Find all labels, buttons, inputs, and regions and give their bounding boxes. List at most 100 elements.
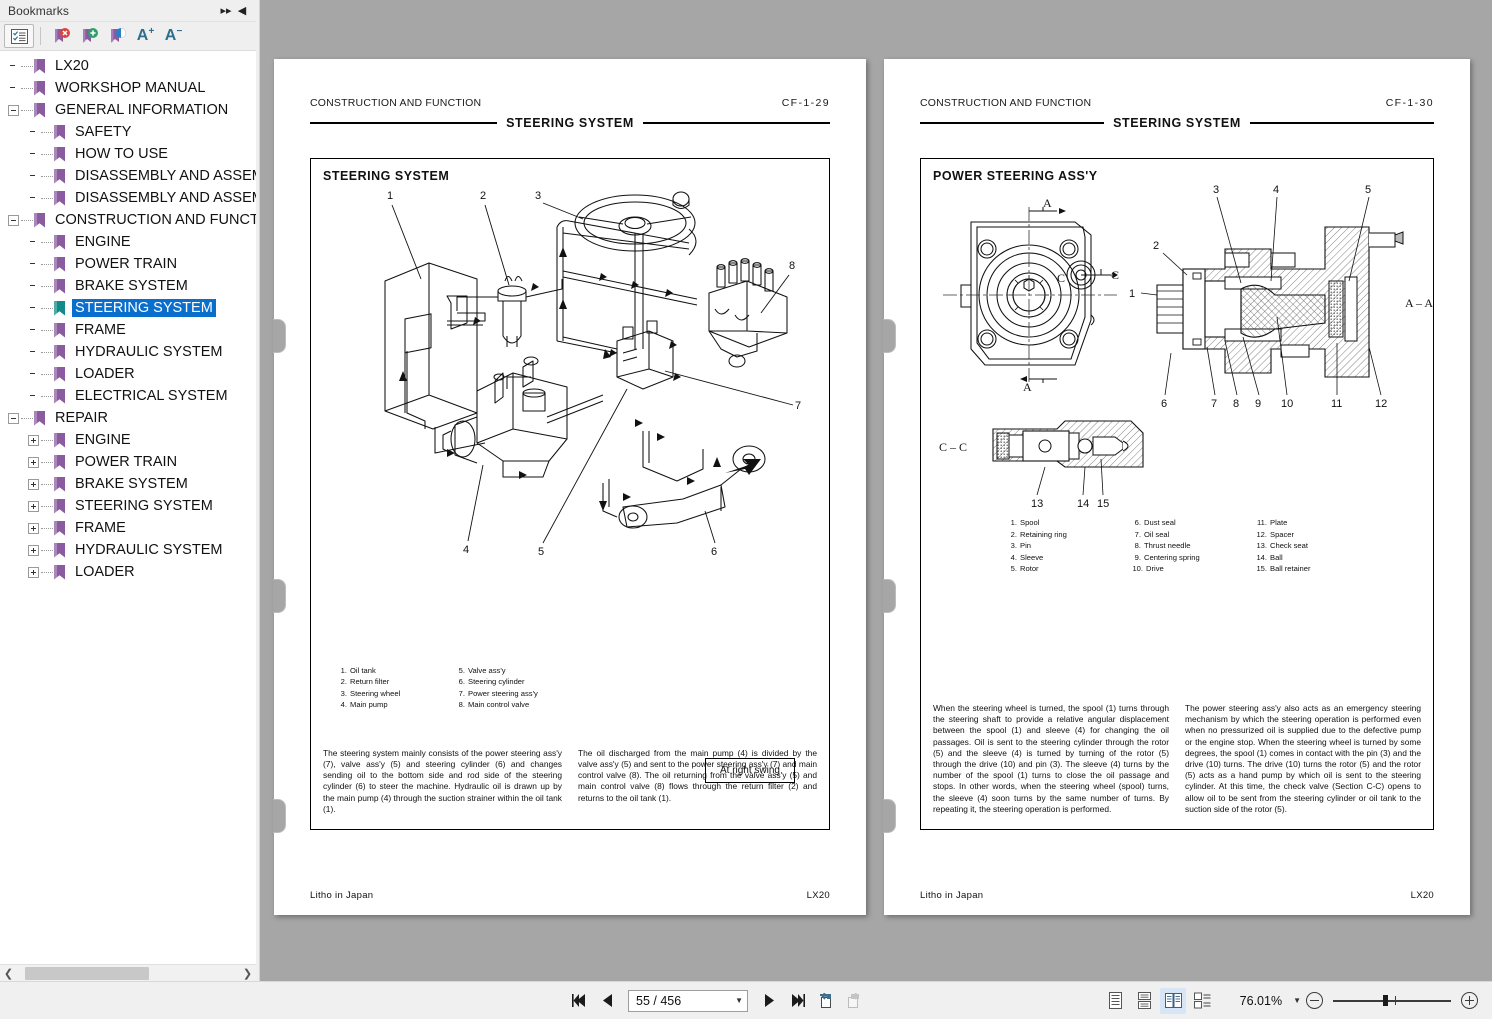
bookmark-item-electrical-system[interactable]: ELECTRICAL SYSTEM <box>0 385 256 407</box>
new-bookmark-icon[interactable] <box>75 24 103 48</box>
tree-connector <box>21 219 33 221</box>
bookmark-item-frame[interactable]: FRAME <box>0 319 256 341</box>
bookmark-item-lx20[interactable]: LX20 <box>0 55 256 77</box>
scroll-left-icon[interactable]: ❮ <box>0 965 17 982</box>
bookmark-item-label: BRAKE SYSTEM <box>75 278 188 294</box>
steering-system-schematic: 1 2 3 4 5 6 7 8 <box>384 190 801 558</box>
bookmark-icon <box>54 432 65 448</box>
expand-node-icon[interactable] <box>28 478 39 490</box>
next-page-icon[interactable] <box>756 988 782 1014</box>
svg-text:3: 3 <box>535 190 541 202</box>
bookmark-icon <box>54 344 65 360</box>
rule-line-left <box>920 122 1105 124</box>
bookmark-item-hydraulic-system[interactable]: HYDRAULIC SYSTEM <box>0 539 256 561</box>
bookmark-item-steering-system[interactable]: STEERING SYSTEM <box>0 495 256 517</box>
last-page-icon[interactable] <box>784 988 810 1014</box>
toolbar-divider <box>40 27 41 45</box>
bookmark-item-steering-system[interactable]: STEERING SYSTEM <box>0 297 256 319</box>
bookmark-options-icon[interactable] <box>4 24 34 48</box>
svg-text:7: 7 <box>795 400 801 412</box>
body-paragraph: The steering system mainly consists of t… <box>323 747 562 814</box>
bookmark-item-engine[interactable]: ENGINE <box>0 231 256 253</box>
zoom-slider-handle[interactable] <box>1383 995 1388 1006</box>
two-page-scroll-icon[interactable] <box>1189 988 1215 1014</box>
hide-panel-icon[interactable]: ◀ <box>234 4 250 17</box>
two-page-view-icon[interactable] <box>1160 987 1187 1014</box>
bookmark-item-loader[interactable]: LOADER <box>0 561 256 583</box>
bookmark-item-power-train[interactable]: POWER TRAIN <box>0 451 256 473</box>
zoom-slider[interactable] <box>1333 992 1451 1009</box>
expand-node-icon[interactable] <box>28 566 39 578</box>
collapse-node-icon[interactable] <box>8 214 19 226</box>
svg-text:A – A: A – A <box>1405 296 1433 310</box>
bookmark-item-workshop-manual[interactable]: WORKSHOP MANUAL <box>0 77 256 99</box>
bookmarks-tree[interactable]: LX20 WORKSHOP MANUAL GENERAL INFORMATION SA… <box>0 51 256 964</box>
bookmark-item-brake-system[interactable]: BRAKE SYSTEM <box>0 275 256 297</box>
bookmark-item-repair[interactable]: REPAIR <box>0 407 256 429</box>
bookmark-item-hydraulic-system[interactable]: HYDRAULIC SYSTEM <box>0 341 256 363</box>
bookmark-item-general-information[interactable]: GENERAL INFORMATION <box>0 99 256 121</box>
collapse-node-icon[interactable] <box>8 104 19 116</box>
svg-text:13: 13 <box>1031 498 1043 507</box>
first-page-icon[interactable] <box>566 988 592 1014</box>
bookmark-properties-icon[interactable] <box>103 24 131 48</box>
scrollbar-track[interactable] <box>17 965 239 982</box>
bookmark-item-label: POWER TRAIN <box>75 454 178 470</box>
tree-connector <box>21 65 33 67</box>
bookmark-item-safety[interactable]: SAFETY <box>0 121 256 143</box>
document-viewer[interactable]: CONSTRUCTION AND FUNCTION CF-1-29 STEERI… <box>260 0 1492 981</box>
collapse-node-icon[interactable] <box>8 412 19 424</box>
bookmark-item-engine[interactable]: ENGINE <box>0 429 256 451</box>
tree-spacer <box>28 391 39 402</box>
page-header: CONSTRUCTION AND FUNCTION CF-1-29 <box>310 97 830 109</box>
single-page-view-icon[interactable] <box>1102 988 1128 1014</box>
expand-node-icon[interactable] <box>28 544 39 556</box>
collapse-panel-icon[interactable]: ▸▸ <box>218 4 234 17</box>
bookmark-item-power-train[interactable]: POWER TRAIN <box>0 253 256 275</box>
zoom-in-icon[interactable] <box>1461 992 1478 1009</box>
next-view-icon[interactable] <box>840 988 866 1014</box>
legend-item-number: 12. <box>1256 529 1267 539</box>
bookmark-item-construction-and-functi[interactable]: CONSTRUCTION AND FUNCTI <box>0 209 256 231</box>
expand-text-icon[interactable]: A + <box>131 24 159 48</box>
tree-spacer <box>28 281 39 292</box>
footer-litho: Litho in Japan <box>310 890 374 901</box>
scroll-right-icon[interactable]: ❯ <box>239 965 256 982</box>
legend-item-number: 8. <box>458 700 465 710</box>
bookmark-item-brake-system[interactable]: BRAKE SYSTEM <box>0 473 256 495</box>
page-number-input[interactable]: 55 / 456 ▼ <box>628 989 748 1012</box>
tree-connector <box>41 131 53 133</box>
bookmark-item-loader[interactable]: LOADER <box>0 363 256 385</box>
continuous-scroll-icon[interactable] <box>1131 988 1157 1014</box>
scrollbar-thumb[interactable] <box>25 966 149 980</box>
expand-node-icon[interactable] <box>28 522 39 534</box>
body-column-1: The steering system mainly consists of t… <box>323 748 562 815</box>
expand-node-icon[interactable] <box>28 500 39 512</box>
bookmark-item-frame[interactable]: FRAME <box>0 517 256 539</box>
bookmark-item-disassembly-and-assemb[interactable]: DISASSEMBLY AND ASSEMB <box>0 187 256 209</box>
legend-item-label: Steering cylinder <box>468 677 525 687</box>
expand-node-icon[interactable] <box>28 456 39 468</box>
legend-column: 5. Valve ass'y 6. Steering cylinder 7. Power … <box>453 665 538 711</box>
zoom-out-icon[interactable] <box>1306 992 1323 1009</box>
previous-page-icon[interactable] <box>594 988 620 1014</box>
bookmark-item-disassembly-and-assemb[interactable]: DISASSEMBLY AND ASSEMB <box>0 165 256 187</box>
page-number-code: CF-1-30 <box>1385 97 1434 109</box>
footer-model: LX20 <box>1410 890 1434 901</box>
zoom-slider-tick <box>1395 996 1397 1005</box>
expand-node-icon[interactable] <box>28 434 39 446</box>
body-paragraph: The power steering ass'y also acts as an… <box>1185 702 1421 814</box>
svg-text:14: 14 <box>1077 498 1089 507</box>
page-header: CONSTRUCTION AND FUNCTION CF-1-30 <box>920 97 1434 109</box>
tree-spacer <box>28 347 39 358</box>
punch-hole <box>883 579 896 613</box>
zoom-dropdown-chevron-down-icon[interactable]: ▼ <box>1293 996 1301 1005</box>
chevron-down-icon[interactable]: ▼ <box>735 996 743 1005</box>
legend-item: 11. Plate <box>1253 517 1311 529</box>
delete-bookmark-icon[interactable] <box>47 24 75 48</box>
shrink-text-icon[interactable]: A − <box>159 24 187 48</box>
previous-view-icon[interactable] <box>812 988 838 1014</box>
bookmark-icon <box>54 168 65 184</box>
bookmark-item-how-to-use[interactable]: HOW TO USE <box>0 143 256 165</box>
bookmarks-horizontal-scrollbar[interactable]: ❮ ❯ <box>0 964 256 981</box>
